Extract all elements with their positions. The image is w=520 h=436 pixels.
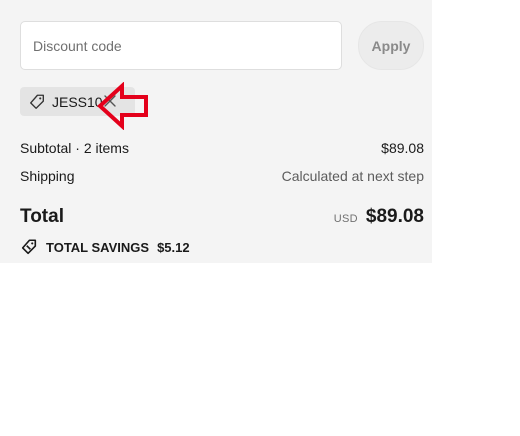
total-label: Total (20, 206, 64, 227)
applied-discount-code: JESS10 (52, 93, 103, 110)
total-savings: TOTAL SAVINGS $5.12 (20, 238, 190, 256)
savings-label: TOTAL SAVINGS (46, 239, 150, 255)
total-row: Total USD $89.08 (20, 206, 424, 228)
currency-code: USD (333, 213, 358, 225)
red-arrow-annotation-icon (97, 82, 148, 130)
discount-code-input[interactable] (20, 21, 342, 70)
savings-tag-icon (20, 238, 38, 256)
subtotal-value: $89.08 (381, 140, 424, 156)
apply-discount-button[interactable]: Apply (358, 21, 424, 70)
shipping-value: Calculated at next step (281, 168, 424, 184)
total-amount: $89.08 (365, 206, 424, 227)
subtotal-row: Subtotal · 2 items $89.08 (20, 140, 424, 156)
shipping-row: Shipping Calculated at next step (20, 168, 424, 184)
subtotal-label: Subtotal · 2 items (20, 140, 129, 156)
savings-value: $5.12 (157, 239, 190, 255)
tag-icon (28, 93, 46, 111)
order-summary-panel: Apply JESS10 Subtotal · 2 items $89.08 S… (0, 0, 432, 263)
shipping-label: Shipping (20, 168, 75, 184)
